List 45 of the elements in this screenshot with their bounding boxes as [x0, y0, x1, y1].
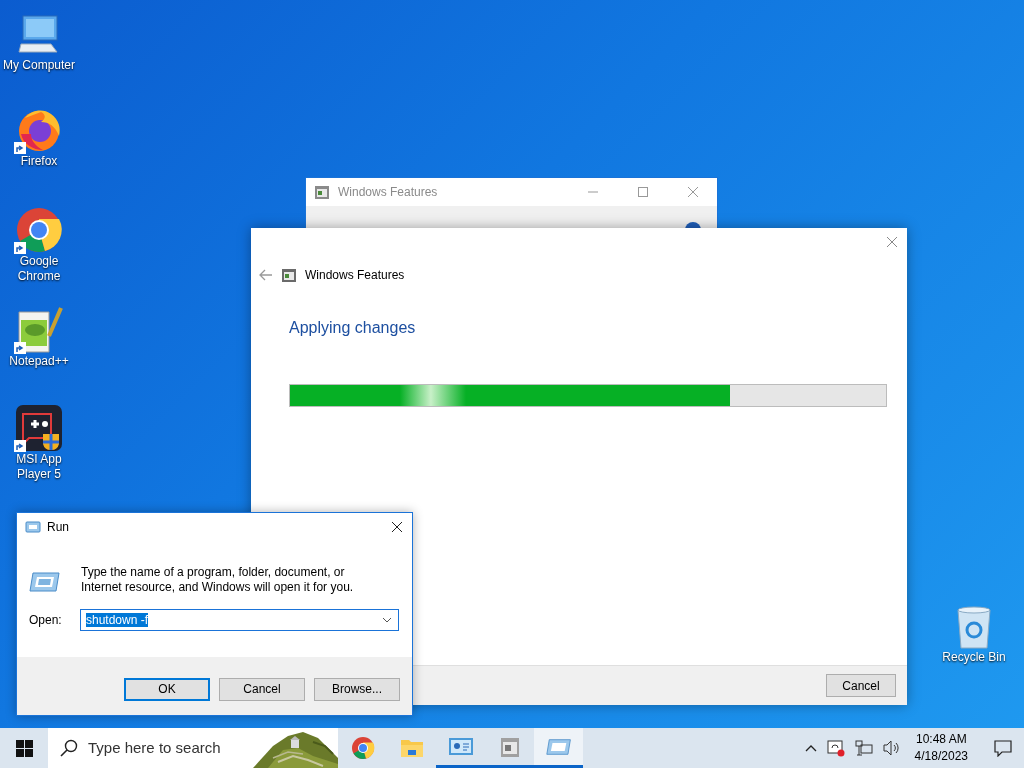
folder-icon [399, 737, 424, 759]
search-box[interactable]: Type here to search [48, 728, 338, 768]
description: Type the name of a program, folder, document, or Internet resource, and Windows will open it for you. [81, 565, 355, 595]
status-heading: Applying changes [289, 318, 416, 338]
taskbar-button[interactable] [534, 728, 583, 768]
dialog-title: Run [47, 519, 69, 536]
window-title: Windows Features [338, 184, 438, 201]
windows-logo-icon [15, 739, 33, 757]
clock-date: 4/18/2023 [914, 748, 968, 765]
window-features-icon [281, 267, 297, 283]
cancel-button[interactable]: Cancel [219, 677, 305, 701]
desktop-icon[interactable]: Notepad++ [0, 304, 78, 369]
run-icon [545, 736, 572, 757]
network-icon[interactable] [854, 740, 873, 756]
clock[interactable]: 10:48 AM 4/18/2023 [910, 731, 972, 765]
gamepad-icon [15, 404, 63, 452]
run-icon [25, 520, 41, 534]
desktop-icon[interactable]: Recycle Bin [935, 600, 1013, 665]
notepad-icon [15, 306, 63, 354]
window-features-icon [314, 184, 330, 200]
search-icon [60, 739, 78, 757]
desktop-icon[interactable]: MSI App Player 5 [0, 402, 78, 482]
desktop-icon[interactable]: Google Chrome [0, 204, 78, 284]
chevron-up-icon[interactable] [804, 744, 817, 752]
speaker-icon[interactable] [882, 740, 901, 756]
open-field[interactable]: shutdown -f [80, 609, 399, 631]
ok-button[interactable]: OK [124, 677, 210, 701]
chrome-ball-icon [15, 206, 63, 254]
security-alert-icon[interactable] [826, 739, 845, 757]
desktop-icon[interactable]: Firefox [0, 104, 78, 169]
browse-button[interactable]: Browse... [314, 677, 400, 701]
chrome-ball-icon [350, 736, 375, 760]
maximize-icon[interactable] [637, 186, 649, 198]
control-panel-icon [447, 735, 474, 758]
desktop-icon[interactable]: My Computer [0, 8, 78, 73]
dialog-title: Windows Features [305, 267, 405, 284]
back-arrow-icon[interactable] [259, 269, 273, 281]
close-icon[interactable] [391, 521, 403, 533]
run-icon [29, 571, 61, 593]
open-label: Open: [29, 612, 63, 629]
clock-time: 10:48 AM [915, 731, 967, 748]
dropdown-caret-icon[interactable] [382, 617, 392, 623]
notification-icon[interactable] [994, 739, 1012, 757]
cancel-button[interactable]: Cancel [826, 674, 896, 697]
recycle-bin-icon [954, 606, 994, 650]
